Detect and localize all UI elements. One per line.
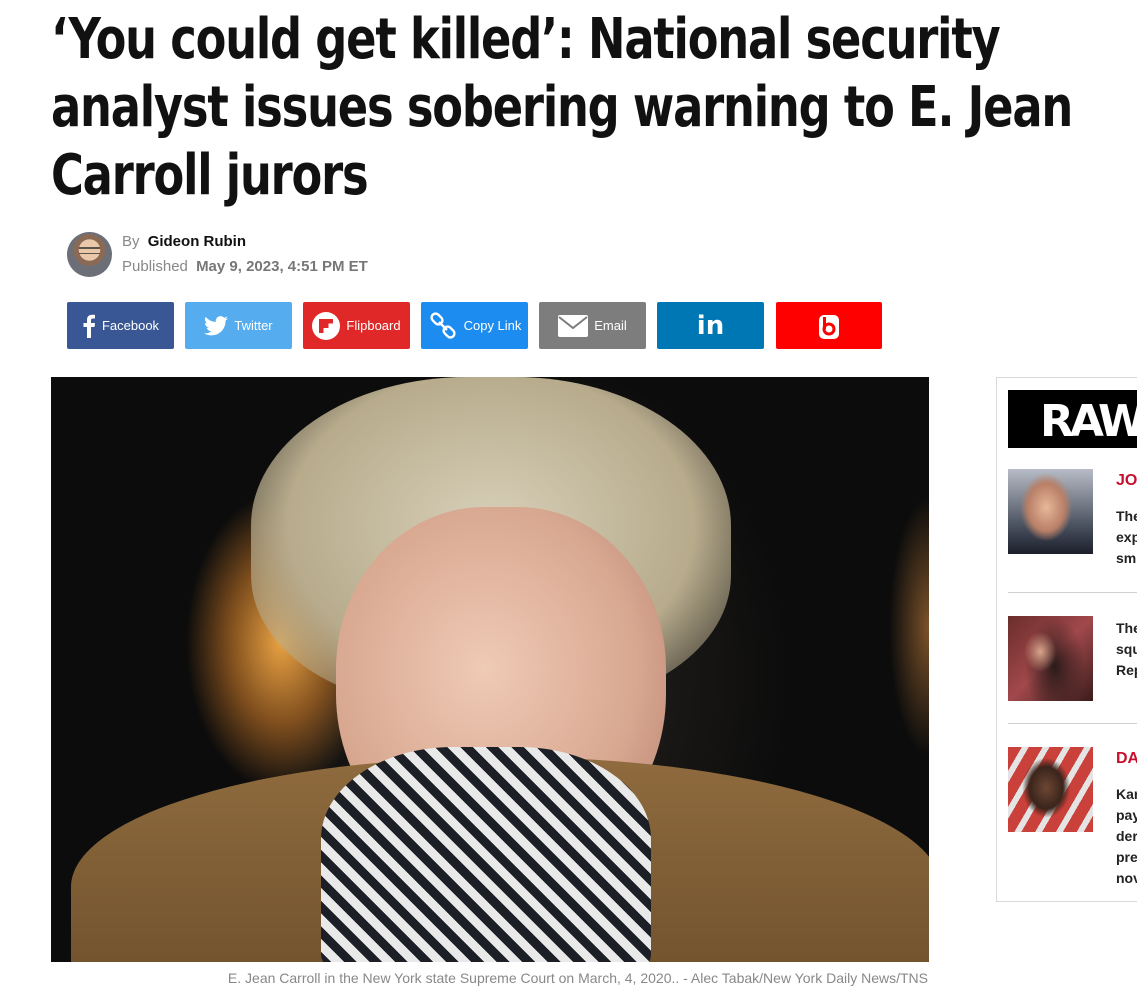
divider bbox=[1008, 723, 1137, 724]
published-label: Published bbox=[122, 258, 188, 275]
thumbnail-3[interactable] bbox=[1008, 747, 1093, 832]
headline-line-2: analyst issues sobering warning to E. Je… bbox=[51, 75, 1073, 140]
flipboard-icon bbox=[312, 311, 341, 340]
headline-line-3: Carroll jurors bbox=[51, 143, 369, 208]
rawstory-logo[interactable]: RAW bbox=[1008, 390, 1137, 448]
linkedin-share-button[interactable]: in bbox=[657, 302, 764, 349]
twitter-label: Twitter bbox=[234, 318, 273, 333]
facebook-share-button[interactable]: Facebook bbox=[67, 302, 174, 349]
line: Rep bbox=[1116, 662, 1137, 678]
headline-line-1: ‘You could get killed’: National securit… bbox=[51, 7, 1001, 72]
headline-2[interactable]: The squ Rep bbox=[1116, 618, 1137, 681]
line: pay bbox=[1116, 807, 1137, 823]
line: der bbox=[1116, 828, 1137, 844]
headline-3[interactable]: Kar pay der pre nov bbox=[1116, 784, 1137, 889]
link-icon bbox=[429, 311, 456, 339]
author-avatar[interactable] bbox=[67, 232, 112, 277]
email-icon bbox=[558, 314, 589, 337]
hero-image bbox=[51, 377, 929, 962]
sidebar-widget: RAW JOI The exp sm The squ Rep DA Kar pa… bbox=[996, 377, 1137, 902]
email-label: Email bbox=[594, 318, 627, 333]
copy-link-button[interactable]: Copy Link bbox=[421, 302, 528, 349]
by-label: By bbox=[122, 233, 140, 250]
kicker-1: JOI bbox=[1116, 472, 1137, 489]
flipboard-label: Flipboard bbox=[346, 318, 401, 333]
logo-text: RAW bbox=[1040, 396, 1137, 447]
published-date: May 9, 2023, 4:51 PM ET bbox=[196, 258, 368, 275]
line: pre bbox=[1116, 849, 1137, 865]
facebook-label: Facebook bbox=[101, 318, 160, 333]
box-share-button[interactable] bbox=[776, 302, 882, 349]
line: The bbox=[1116, 508, 1137, 524]
article-headline: ‘You could get killed’: National securit… bbox=[51, 6, 1073, 210]
flipboard-share-button[interactable]: Flipboard bbox=[303, 302, 410, 349]
line: Kar bbox=[1116, 786, 1137, 802]
published-row: Published May 9, 2023, 4:51 PM ET bbox=[122, 258, 368, 275]
facebook-icon bbox=[83, 314, 95, 338]
headline-1[interactable]: The exp sm bbox=[1116, 506, 1137, 569]
email-share-button[interactable]: Email bbox=[539, 302, 646, 349]
copy-link-label: Copy Link bbox=[463, 318, 522, 333]
author-row: By Gideon Rubin bbox=[122, 233, 246, 250]
kicker-3: DA bbox=[1116, 750, 1137, 767]
line: sm bbox=[1116, 550, 1137, 566]
thumbnail-1[interactable] bbox=[1008, 469, 1093, 554]
line: The bbox=[1116, 620, 1137, 636]
line: squ bbox=[1116, 641, 1137, 657]
box-icon bbox=[819, 314, 839, 339]
linkedin-icon: in bbox=[696, 310, 725, 341]
twitter-icon bbox=[204, 315, 229, 335]
author-link[interactable]: Gideon Rubin bbox=[148, 233, 246, 250]
twitter-share-button[interactable]: Twitter bbox=[185, 302, 292, 349]
thumbnail-2[interactable] bbox=[1008, 616, 1093, 701]
hero-scarf bbox=[321, 747, 651, 962]
line: exp bbox=[1116, 529, 1137, 545]
line: nov bbox=[1116, 870, 1137, 886]
image-caption: E. Jean Carroll in the New York state Su… bbox=[227, 970, 928, 986]
divider bbox=[1008, 592, 1137, 593]
